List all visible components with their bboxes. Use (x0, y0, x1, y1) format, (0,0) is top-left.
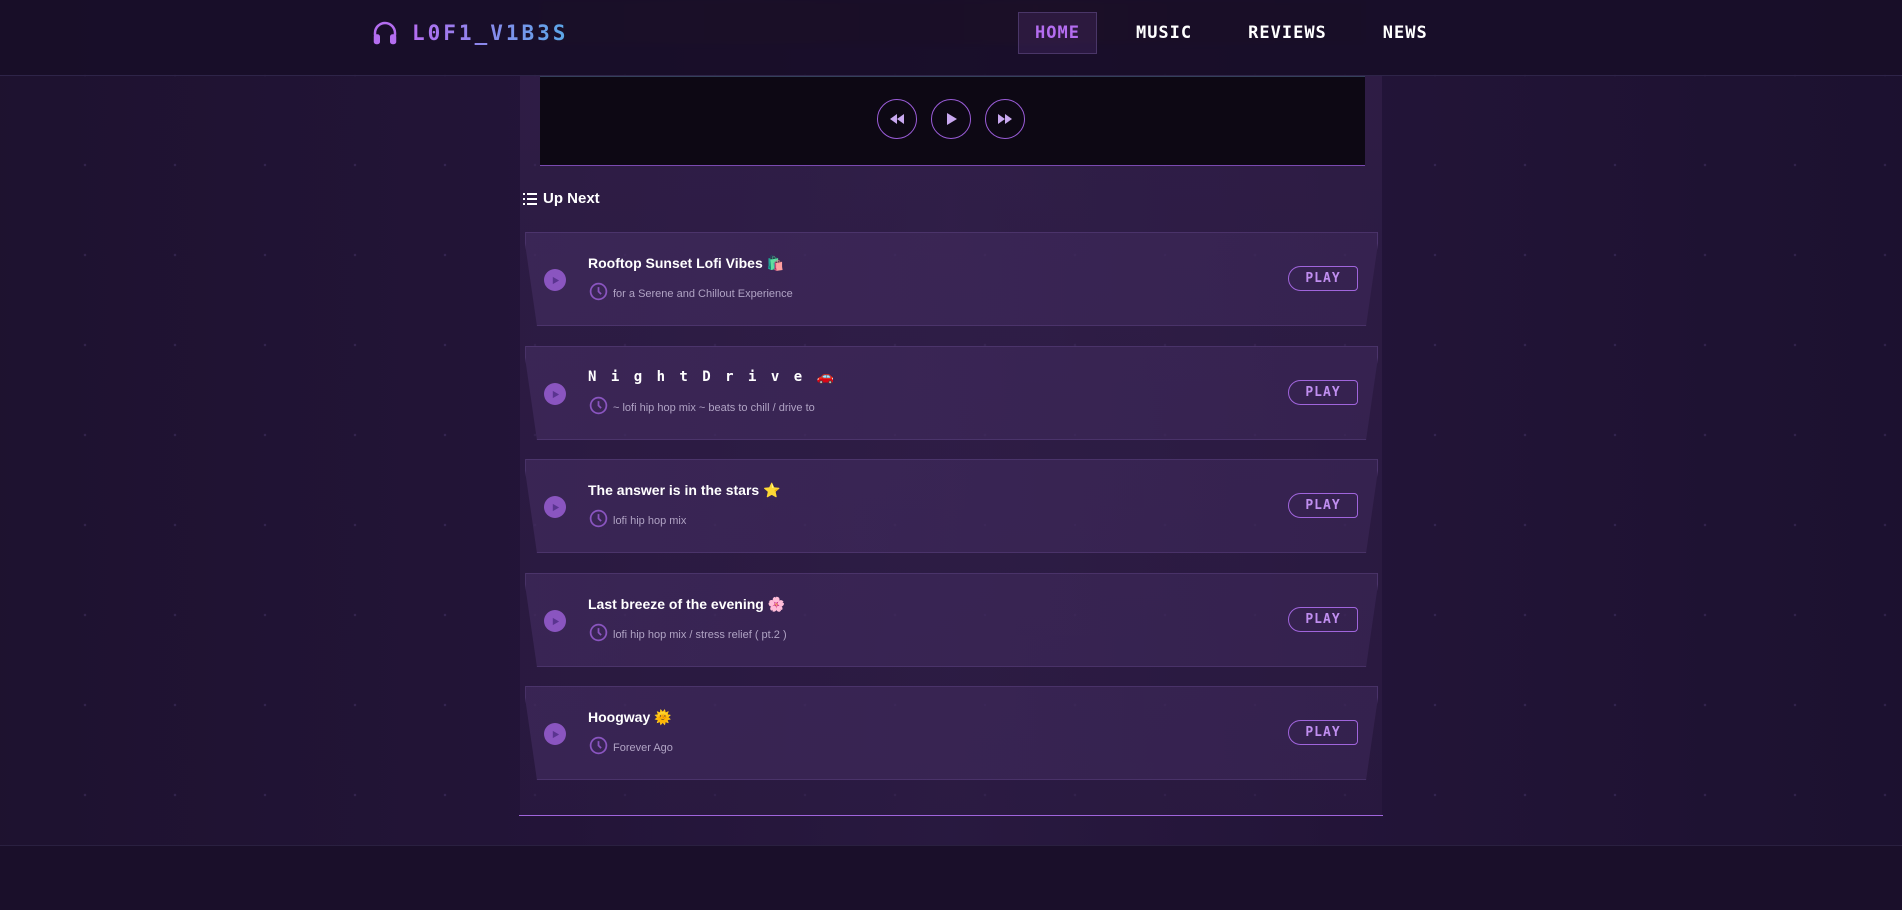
rewind-icon (890, 114, 904, 124)
clock-icon (589, 282, 608, 301)
play-track-button[interactable]: PLAY (1288, 720, 1358, 745)
track-subtitle: lofi hip hop mix (613, 514, 687, 527)
nav-home[interactable]: HOME (1018, 12, 1097, 54)
track-title: Last breeze of the evening 🌸 (588, 596, 786, 612)
track-title: Hoogway 🌞 (588, 709, 672, 725)
track-meta: lofi hip hop mix / stress relief ( pt.2 … (588, 622, 787, 643)
play-track-button[interactable]: PLAY (1288, 266, 1358, 291)
clock-icon (589, 509, 608, 528)
track-meta: for a Serene and Chillout Experience (588, 281, 793, 302)
nav-music[interactable]: MUSIC (1119, 12, 1209, 54)
nav-news[interactable]: NEWS (1366, 12, 1445, 54)
player-controls (877, 99, 1025, 139)
clock-icon (589, 736, 608, 755)
track-meta: Forever Ago (588, 735, 673, 756)
nav-reviews[interactable]: REVIEWS (1231, 12, 1344, 54)
play-track-button[interactable]: PLAY (1288, 380, 1358, 405)
main-nav: HOME MUSIC REVIEWS NEWS (1018, 12, 1467, 54)
play-track-button[interactable]: PLAY (1288, 493, 1358, 518)
play-circle-icon[interactable] (544, 269, 566, 291)
header: L0F1_V1B3S HOME MUSIC REVIEWS NEWS (0, 0, 1902, 76)
footer-strip (0, 845, 1902, 910)
fast-forward-button[interactable] (985, 99, 1025, 139)
track-subtitle: for a Serene and Chillout Experience (613, 287, 793, 300)
track-meta: lofi hip hop mix (588, 508, 686, 529)
track-title: Rooftop Sunset Lofi Vibes 🛍️ (588, 255, 785, 271)
headphones-icon (373, 21, 397, 45)
track-title: The answer is in the stars ⭐ (588, 482, 781, 498)
play-circle-icon[interactable] (544, 723, 566, 745)
track-title: N i g h t D r i v e 🚗 (588, 369, 838, 385)
logo[interactable]: L0F1_V1B3S (370, 18, 568, 48)
play-track-button[interactable]: PLAY (1288, 607, 1358, 632)
clock-icon (589, 623, 608, 642)
play-circle-icon[interactable] (544, 610, 566, 632)
track-subtitle: ~ lofi hip hop mix ~ beats to chill / dr… (613, 401, 815, 414)
track-subtitle: lofi hip hop mix / stress relief ( pt.2 … (613, 628, 787, 641)
clock-icon (589, 396, 608, 415)
play-circle-icon[interactable] (544, 496, 566, 518)
play-icon (947, 113, 957, 125)
list-item[interactable]: The answer is in the stars ⭐ lofi hip ho… (525, 459, 1378, 553)
track-subtitle: Forever Ago (613, 741, 673, 754)
list-item[interactable]: Last breeze of the evening 🌸 lofi hip ho… (525, 573, 1378, 667)
up-next-title: Up Next (543, 190, 600, 207)
divider (519, 815, 1383, 816)
rewind-button[interactable] (877, 99, 917, 139)
list-item[interactable]: Hoogway 🌞 Forever Ago PLAY (525, 686, 1378, 780)
list-icon (523, 192, 537, 205)
play-button[interactable] (931, 99, 971, 139)
up-next-heading: Up Next (523, 190, 600, 207)
fast-forward-icon (998, 114, 1012, 124)
list-item[interactable]: Rooftop Sunset Lofi Vibes 🛍️ for a Seren… (525, 232, 1378, 326)
track-meta: ~ lofi hip hop mix ~ beats to chill / dr… (588, 395, 815, 416)
brand-name: L0F1_V1B3S (412, 21, 569, 45)
list-item[interactable]: N i g h t D r i v e 🚗 ~ lofi hip hop mix… (525, 346, 1378, 440)
play-circle-icon[interactable] (544, 383, 566, 405)
